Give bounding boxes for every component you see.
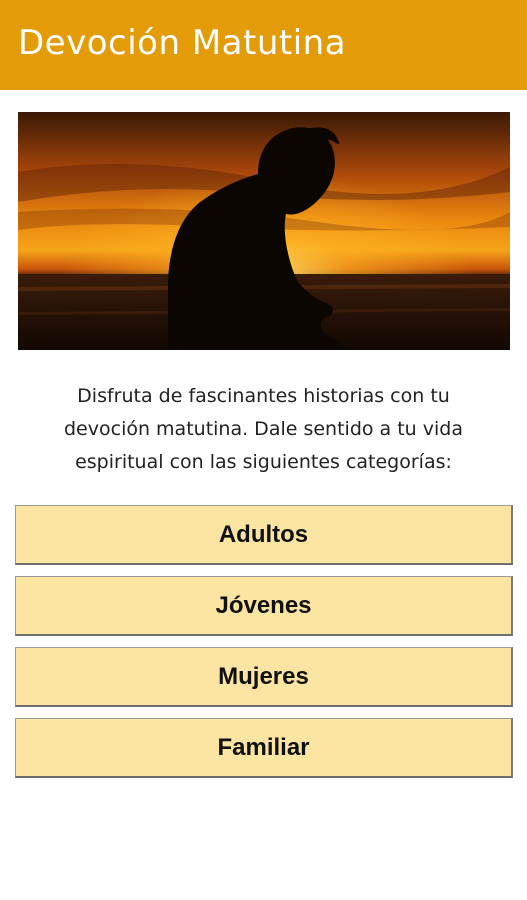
app-bar: Devoción Matutina (0, 0, 527, 90)
category-mujeres-button[interactable]: Mujeres (15, 647, 513, 707)
category-jovenes-button[interactable]: Jóvenes (15, 576, 513, 636)
category-adultos-button[interactable]: Adultos (15, 505, 513, 565)
intro-text: Disfruta de fascinantes historias con tu… (30, 380, 497, 479)
app-title: Devoción Matutina (18, 23, 347, 63)
intro-line: Disfruta de fascinantes historias con tu (77, 385, 450, 407)
intro-line: espiritual con las siguientes categorías… (75, 451, 452, 473)
category-list: Adultos Jóvenes Mujeres Familiar (15, 505, 513, 789)
intro-line: devoción matutina. Dale sentido a tu vid… (64, 418, 463, 440)
praying-silhouette-sunset-image (18, 112, 510, 350)
hero-image (18, 112, 510, 350)
category-familiar-button[interactable]: Familiar (15, 718, 513, 778)
